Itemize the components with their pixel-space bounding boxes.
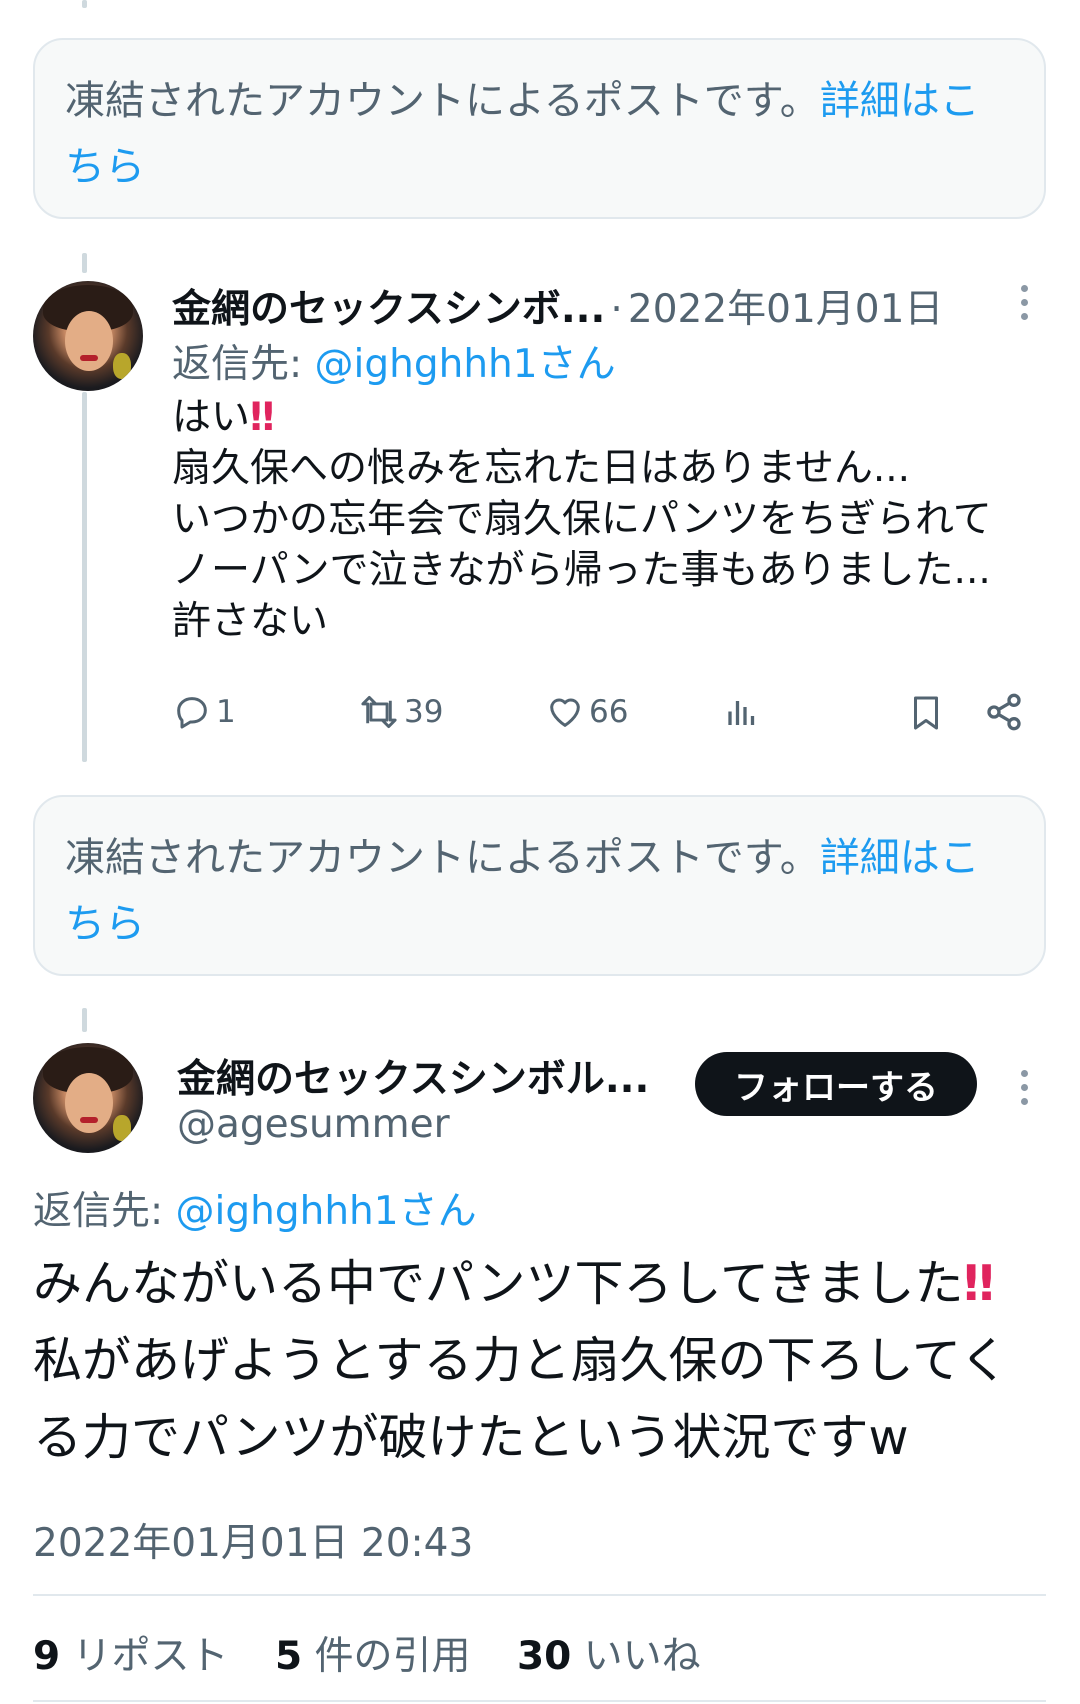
like-count: 66: [589, 694, 629, 730]
reposts-stat[interactable]: 9 リポスト: [33, 1634, 229, 1679]
frozen-account-notice: 凍結されたアカウントによるポストです。詳細はこ ちら: [33, 38, 1046, 219]
details-link-cont[interactable]: ちら: [65, 144, 145, 190]
reply-to-mention[interactable]: @ighghhh1さん: [176, 1189, 477, 1234]
share-icon: [987, 693, 1021, 731]
likes-label: いいね: [583, 1634, 701, 1679]
bookmark-icon: [914, 696, 938, 730]
tweet-text: はい‼: [172, 392, 1052, 443]
reply-button[interactable]: 1: [172, 692, 236, 732]
main-author-handle[interactable]: @agesummer: [177, 1102, 450, 1147]
frozen-notice-text: 凍結されたアカウントによるポストです。: [65, 835, 820, 881]
follow-button[interactable]: フォローする: [695, 1052, 977, 1116]
reposts-label: リポスト: [72, 1634, 229, 1679]
reply-count: 1: [216, 694, 236, 730]
likes-stat[interactable]: 30 いいね: [517, 1634, 701, 1679]
heart-icon: [550, 698, 580, 727]
retweet-icon: [361, 696, 397, 728]
share-button[interactable]: [984, 692, 1024, 732]
views-button[interactable]: [724, 694, 760, 732]
likes-count: 30: [516, 1634, 572, 1679]
reply-to-prefix: 返信先:: [33, 1189, 176, 1234]
avatar[interactable]: [33, 281, 143, 391]
reposts-count: 9: [33, 1634, 61, 1679]
author-name[interactable]: 金網のセックスシンボ...: [172, 287, 605, 332]
thread-line-main-top: [82, 1008, 87, 1032]
main-tweet-text: みんながいる中でパンツ下ろしてきました‼: [33, 1245, 1053, 1322]
reply-to-mention[interactable]: @ighghhh1さん: [315, 342, 616, 387]
frozen-notice-text: 凍結されたアカウントによるポストです。: [65, 78, 820, 124]
reply-to-prefix: 返信先:: [172, 342, 315, 387]
tweet-date[interactable]: 2022年01月01日: [628, 287, 944, 332]
engagement-stats: 9 リポスト 5 件の引用 30 いいね: [33, 1625, 735, 1681]
thread-line-reply: [82, 392, 87, 762]
bookmark-button[interactable]: [908, 692, 944, 734]
main-tweet-timestamp[interactable]: 2022年01月01日 20:43: [33, 1512, 473, 1568]
retweet-count: 39: [404, 694, 444, 730]
reply-icon: [177, 697, 207, 729]
details-link-cont[interactable]: ちら: [65, 901, 145, 947]
main-author-name[interactable]: 金網のセックスシンボル...: [177, 1048, 649, 1104]
reply-to-line: 返信先: @ighghhh1さん: [172, 333, 616, 389]
double-exclamation-emoji: ‼: [250, 395, 275, 440]
main-reply-to-line: 返信先: @ighghhh1さん: [33, 1180, 477, 1236]
main-tweet-text-rest: 私があげようとする力と扇久保の下ろしてく る力でパンツが破けたという状況ですw: [33, 1332, 1009, 1466]
thread-line-top: [82, 0, 87, 8]
tweet-text-body: 扇久保への恨みを忘れた日はありません... いつかの忘年会で扇久保にパンツをちぎ…: [172, 446, 992, 644]
quotes-stat[interactable]: 5 件の引用: [275, 1634, 471, 1679]
analytics-icon: [728, 701, 755, 725]
retweet-button[interactable]: 39: [358, 692, 443, 732]
separator: ·: [610, 287, 623, 332]
double-exclamation-emoji: ‼: [963, 1255, 995, 1312]
frozen-account-notice-2: 凍結されたアカウントによるポストです。詳細はこ ちら: [33, 795, 1046, 976]
quotes-count: 5: [274, 1634, 303, 1679]
like-button[interactable]: 66: [545, 692, 628, 732]
details-link[interactable]: 詳細はこ: [820, 835, 980, 881]
tweet-header: 金網のセックスシンボ... · 2022年01月01日: [172, 278, 943, 334]
more-options-icon-main[interactable]: [1018, 1070, 1030, 1110]
avatar-main[interactable]: [33, 1043, 143, 1153]
divider-bottom: [33, 1700, 1046, 1702]
more-options-icon[interactable]: [1018, 285, 1030, 325]
tweet-text-first: はい: [172, 395, 251, 440]
main-tweet-text-line1: みんながいる中でパンツ下ろしてきました: [33, 1255, 964, 1312]
quotes-label: 件の引用: [314, 1634, 471, 1679]
divider: [33, 1594, 1046, 1596]
details-link[interactable]: 詳細はこ: [820, 78, 980, 124]
thread-line-reply-top: [82, 253, 87, 273]
